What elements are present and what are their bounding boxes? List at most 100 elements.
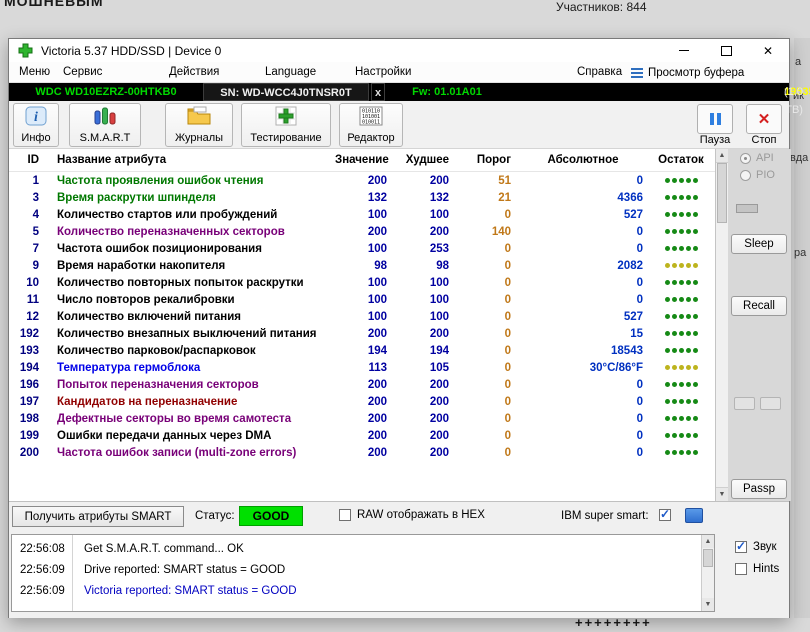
- pause-button[interactable]: [697, 104, 733, 134]
- info-tab-button[interactable]: i Инфо: [13, 103, 59, 147]
- cell-worst: 200: [395, 430, 457, 442]
- smart-table-row[interactable]: 194Температура гермоблока113105030°C/86°…: [9, 359, 715, 376]
- scrollbar-thumb[interactable]: [703, 549, 713, 567]
- small-side-button-2[interactable]: [760, 397, 781, 410]
- background-window-edge: [794, 38, 810, 618]
- recall-button[interactable]: Recall: [731, 296, 787, 316]
- desktop: МОШНЕВЫМ Участников: 844 ++++++++ а ик в…: [0, 0, 810, 632]
- scroll-up-icon[interactable]: ▲: [702, 535, 714, 548]
- smart-table-row[interactable]: 11Число повторов рекалибровки10010000: [9, 291, 715, 308]
- cell-worst: 194: [395, 345, 457, 357]
- smart-table-row[interactable]: 9Время наработки накопителя989802082: [9, 257, 715, 274]
- stop-button[interactable]: ✕: [746, 104, 782, 134]
- menu-item-menu[interactable]: Меню: [15, 62, 54, 83]
- health-dot: [686, 433, 691, 438]
- cell-threshold: 0: [457, 413, 519, 425]
- health-dot: [679, 229, 684, 234]
- minimize-button[interactable]: [663, 39, 705, 62]
- title-bar[interactable]: Victoria 5.37 HDD/SSD | Device 0 ✕: [9, 39, 789, 62]
- pio-radio[interactable]: PIO: [740, 169, 775, 181]
- smart-table-row[interactable]: 200Частота ошибок записи (multi-zone err…: [9, 444, 715, 461]
- api-radio-label: API: [756, 152, 774, 164]
- cell-id: 199: [9, 430, 47, 442]
- scrollbar-thumb[interactable]: [717, 163, 727, 223]
- scroll-down-icon[interactable]: ▼: [716, 487, 728, 501]
- cell-attribute-name: Температура гермоблока: [47, 362, 335, 374]
- log-message: Drive reported: SMART status = GOOD: [72, 564, 285, 576]
- health-dot: [693, 399, 698, 404]
- cell-attribute-name: Время раскрутки шпинделя: [47, 192, 335, 204]
- header-absolute[interactable]: Абсолютное: [519, 154, 647, 166]
- cell-id: 3: [9, 192, 47, 204]
- health-dot: [686, 331, 691, 336]
- testing-tab-button[interactable]: Тестирование: [241, 103, 331, 147]
- smart-table-row[interactable]: 7Частота ошибок позиционирования10025300: [9, 240, 715, 257]
- content-area: ID Название атрибута Значение Худшее Пор…: [9, 149, 789, 501]
- cell-worst: 98: [395, 260, 457, 272]
- scroll-up-icon[interactable]: ▲: [716, 149, 728, 163]
- health-dot: [686, 450, 691, 455]
- header-value[interactable]: Значение: [335, 154, 395, 166]
- smart-table-row[interactable]: 196Попыток переназначения секторов200200…: [9, 376, 715, 393]
- header-id[interactable]: ID: [9, 154, 47, 166]
- get-smart-button[interactable]: Получить атрибуты SMART: [12, 506, 184, 527]
- maximize-button[interactable]: [705, 39, 747, 62]
- scroll-down-icon[interactable]: ▼: [702, 598, 714, 611]
- hints-checkbox[interactable]: Hints: [735, 563, 779, 575]
- api-radio[interactable]: API: [740, 152, 774, 164]
- header-health[interactable]: Остаток: [647, 154, 715, 166]
- table-scrollbar[interactable]: ▲ ▼: [715, 149, 728, 501]
- ibm-smart-color-button[interactable]: [685, 508, 703, 523]
- cell-value: 113: [335, 362, 395, 374]
- smart-table-row[interactable]: 197Кандидатов на переназначение20020000: [9, 393, 715, 410]
- header-worst[interactable]: Худшее: [395, 154, 457, 166]
- journals-tab-button[interactable]: Журналы: [165, 103, 233, 147]
- editor-tab-button[interactable]: 010110 101001 010011 Редактор: [339, 103, 403, 147]
- cell-worst: 200: [395, 413, 457, 425]
- health-dot: [679, 399, 684, 404]
- smart-table-row[interactable]: 3Время раскрутки шпинделя132132214366: [9, 189, 715, 206]
- ibm-smart-checkbox[interactable]: [659, 509, 671, 521]
- small-side-button-1[interactable]: [734, 397, 755, 410]
- checkbox-icon: [735, 541, 747, 553]
- menu-item-service[interactable]: Сервис: [59, 62, 106, 83]
- cell-value: 200: [335, 379, 395, 391]
- smart-table-row[interactable]: 12Количество включений питания1001000527: [9, 308, 715, 325]
- smart-table-row[interactable]: 192Количество внезапных выключений питан…: [9, 325, 715, 342]
- sound-checkbox[interactable]: Звук: [735, 541, 777, 553]
- cell-id: 4: [9, 209, 47, 221]
- smart-table-row[interactable]: 1Частота проявления ошибок чтения2002005…: [9, 172, 715, 189]
- folder-icon: [186, 106, 212, 126]
- menu-item-language[interactable]: Language: [261, 62, 320, 83]
- health-dot: [679, 297, 684, 302]
- log-scrollbar[interactable]: ▲ ▼: [701, 535, 714, 611]
- raw-hex-checkbox[interactable]: RAW отображать в HEX: [339, 509, 485, 521]
- smart-table-row[interactable]: 198Дефектные секторы во время самотеста2…: [9, 410, 715, 427]
- cell-absolute: 527: [519, 311, 647, 323]
- header-threshold[interactable]: Порог: [457, 154, 519, 166]
- menu-item-settings[interactable]: Настройки: [351, 62, 415, 83]
- smart-table-row[interactable]: 10Количество повторных попыток раскрутки…: [9, 274, 715, 291]
- smart-table-row[interactable]: 199Ошибки передачи данных через DMA20020…: [9, 427, 715, 444]
- drive-serial-close[interactable]: x: [371, 83, 385, 101]
- smart-table-row[interactable]: 4Количество стартов или пробуждений10010…: [9, 206, 715, 223]
- buffer-view-button[interactable]: Просмотр буфера: [631, 62, 744, 83]
- health-dot: [672, 195, 677, 200]
- smart-table-row[interactable]: 5Количество переназначенных секторов2002…: [9, 223, 715, 240]
- menu-item-help[interactable]: Справка: [573, 62, 626, 83]
- health-dot: [693, 195, 698, 200]
- health-dot: [665, 331, 670, 336]
- smart-table-row[interactable]: 193Количество парковок/распарковок194194…: [9, 342, 715, 359]
- menu-item-actions[interactable]: Действия: [165, 62, 223, 83]
- cell-attribute-name: Время наработки накопителя: [47, 260, 335, 272]
- smart-tab-button[interactable]: S.M.A.R.T: [69, 103, 141, 147]
- status-label: Статус:: [195, 510, 235, 522]
- sleep-button[interactable]: Sleep: [731, 234, 787, 254]
- header-attribute-name[interactable]: Название атрибута: [47, 154, 335, 166]
- cell-absolute: 0: [519, 175, 647, 187]
- log-box[interactable]: 22:56:08Get S.M.A.R.T. command... OK22:5…: [11, 534, 715, 612]
- drive-model[interactable]: WDC WD10EZRZ-00HTKB0: [11, 83, 201, 101]
- passport-button[interactable]: Passp: [731, 479, 787, 499]
- close-button[interactable]: ✕: [747, 39, 789, 62]
- cell-health-dots: [647, 229, 715, 234]
